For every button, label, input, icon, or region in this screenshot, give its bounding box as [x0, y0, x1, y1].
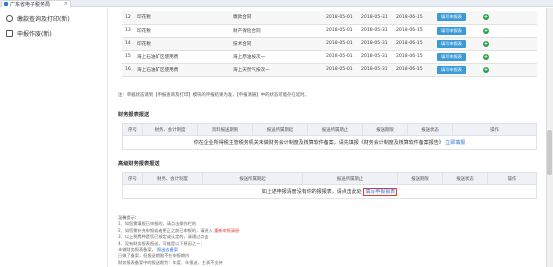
- tips-line: 3、以上税费种是您已核定或认定的，请通过点击: [118, 234, 209, 240]
- advanced-message-row: 如上述申报清册没有你的报报表，请点击此处 填写申报报表: [122, 184, 537, 199]
- col-header: 报送所属期止: [302, 172, 398, 185]
- row-deadline: 2018-06-15: [393, 50, 434, 64]
- table-row: 16 海上石油矿区使用费 海上天然气按次一 2018-05-01 2018-05…: [122, 63, 537, 77]
- plus-icon[interactable]: +: [483, 27, 489, 34]
- row-tax-name: 印花税: [134, 24, 230, 38]
- table-row: 15 海上石油矿区使用费 海上原油按次一 2018-05-01 2018-05-…: [122, 50, 537, 64]
- close-icon[interactable]: ×: [64, 1, 68, 7]
- row-deadline: 2018-06-15: [393, 11, 434, 25]
- row-no: 12: [122, 11, 134, 25]
- row-tax-item: 缴款合同: [230, 11, 323, 25]
- col-header: 资料报送期限: [197, 123, 253, 136]
- circle-icon: [6, 15, 13, 22]
- row-no: 13: [122, 24, 134, 38]
- redeclare-list-link[interactable]: 重新申报清册: [214, 228, 239, 233]
- col-header: 报送所属期起: [252, 123, 308, 136]
- financial-table: 序号 财务、会计制度 资料报送期限 报送所属期起 报送所属期止 报送期限 报送状…: [122, 123, 537, 150]
- col-header: 序号: [122, 172, 143, 185]
- table-row: 13 印花税 财产保险合同 2018-05-01 2018-05-31 2018…: [122, 24, 537, 38]
- row-tax-item: 海上天然气按次一: [230, 63, 323, 77]
- advanced-section-title: 高级财务报表报送: [118, 161, 160, 167]
- row-end: 2018-05-31: [358, 50, 393, 64]
- table-row: 12 印花税 缴款合同 2018-05-01 2018-05-31 2018-0…: [122, 11, 537, 25]
- table-row: 14 印花税 技术合同 2018-05-01 2018-05-31 2018-0…: [122, 37, 537, 51]
- fill-form-button[interactable]: 填写申报表: [437, 26, 466, 35]
- financial-message: 你在企业所得税主管税务机关未做财务会计制度及核算软件备案，请先填报《财务会计制度…: [193, 140, 444, 146]
- col-header: 报送状态: [442, 172, 488, 185]
- row-tax-item: 财产保险合同: [230, 24, 323, 38]
- row-tax-name: 印花税: [134, 11, 230, 25]
- row-end: 2018-05-31: [358, 11, 393, 25]
- row-deadline: 2018-06-15: [393, 63, 434, 77]
- plus-icon[interactable]: +: [483, 66, 489, 73]
- row-tax-name: 印花税: [134, 37, 230, 51]
- tips-block: 温馨提示： 1、如您需填报已申报的，请点击操作栏的 2、如您需补充申报或者更正之…: [118, 215, 239, 266]
- scroll-thumb[interactable]: [547, 130, 552, 175]
- col-header: 序号: [122, 123, 143, 136]
- row-no: 16: [122, 63, 134, 77]
- row-end: 2018-05-31: [358, 37, 393, 51]
- go-filing-link[interactable]: 报出去备案: [157, 247, 178, 252]
- col-header: 财务、会计制度: [142, 123, 198, 136]
- advanced-table: 序号 财务、会计制度 报送所属期起 报送所属期止 报送期限 报送状态 操作 如上…: [122, 172, 537, 199]
- status-note: 注：单据状态请到【申报查询及打印】模块的申报结果为准，【申报清册】中的状态可能存…: [118, 93, 309, 98]
- fill-form-button[interactable]: 填写申报表: [437, 39, 466, 48]
- tips-line: 1、如您需填报已申报的，请点击操作栏的: [118, 221, 197, 227]
- sidebar-item-label: 申报作废(新): [17, 31, 52, 38]
- plus-icon[interactable]: +: [483, 14, 489, 21]
- fill-form-button[interactable]: 填写申报表: [437, 13, 466, 22]
- row-tax-item: 技术合同: [230, 37, 323, 51]
- tips-line: 财务报表备案中的报送期为：年度、年报送，主表不支持: [118, 259, 223, 265]
- row-deadline: 2018-06-15: [393, 24, 434, 38]
- tips-line: 2、如您需补充申报或者更正之前已申报的，请进入: [118, 227, 213, 233]
- plus-icon[interactable]: +: [483, 40, 489, 47]
- col-header: 操作: [452, 123, 537, 136]
- col-header: 报送期限: [362, 123, 408, 136]
- fill-form-button[interactable]: 填写申报表: [437, 65, 466, 74]
- row-no: 15: [122, 50, 134, 64]
- financial-section-title: 财务报表报送: [118, 112, 150, 118]
- col-header: 报送所属期起: [202, 172, 303, 185]
- row-start: 2018-05-01: [323, 37, 358, 51]
- browser-tab[interactable]: 广东省电子税务局 ×: [1, 0, 71, 8]
- row-tax-item: 海上原油按次一: [230, 50, 323, 64]
- col-header: 报送状态: [407, 123, 453, 136]
- row-start: 2018-05-01: [323, 11, 358, 25]
- declaration-table: 12 印花税 缴款合同 2018-05-01 2018-05-31 2018-0…: [122, 11, 537, 77]
- row-tax-name: 海上石油矿区使用费: [134, 63, 230, 77]
- row-start: 2018-05-01: [323, 50, 358, 64]
- document-icon: [6, 30, 13, 37]
- tips-line: 未做财务报表备案，: [118, 247, 156, 253]
- fill-report-link[interactable]: 填写申报报表: [363, 188, 398, 196]
- col-header: 财务、会计制度: [142, 172, 203, 185]
- tab-favicon-icon: [4, 2, 8, 6]
- financial-message-row: 你在企业所得税主管税务机关未做财务会计制度及核算软件备案，请先填报《财务会计制度…: [122, 135, 537, 150]
- col-header: 操作: [487, 172, 537, 185]
- sidebar-item-void-declaration[interactable]: 申报作废(新): [6, 29, 52, 38]
- tab-title: 广东省电子税务局: [10, 1, 51, 8]
- sidebar-item-payment-query[interactable]: 缴款查询及打印(新): [6, 14, 70, 23]
- row-end: 2018-05-31: [358, 63, 393, 77]
- sidebar: 缴款查询及打印(新) 申报作废(新): [0, 8, 108, 267]
- fill-now-link[interactable]: 立即填报: [445, 140, 465, 146]
- plus-icon[interactable]: +: [483, 53, 489, 60]
- row-end: 2018-05-31: [358, 24, 393, 38]
- advanced-message: 如上述申报清册没有你的报报表，请点击此处: [261, 189, 362, 195]
- row-start: 2018-05-01: [323, 24, 358, 38]
- col-header: 报送期限: [397, 172, 443, 185]
- sidebar-item-label: 缴款查询及打印(新): [17, 16, 70, 23]
- col-header: 报送所属期止: [307, 123, 363, 136]
- row-deadline: 2018-06-15: [393, 37, 434, 51]
- fill-form-button[interactable]: 填写申报表: [437, 52, 466, 61]
- row-start: 2018-05-01: [323, 63, 358, 77]
- row-tax-name: 海上石油矿区使用费: [134, 50, 230, 64]
- main-content: 12 印花税 缴款合同 2018-05-01 2018-05-31 2018-0…: [109, 8, 545, 267]
- browser-tab-bar: 广东省电子税务局 ×: [0, 0, 553, 8]
- vertical-scrollbar[interactable]: [546, 8, 553, 267]
- row-no: 14: [122, 37, 134, 51]
